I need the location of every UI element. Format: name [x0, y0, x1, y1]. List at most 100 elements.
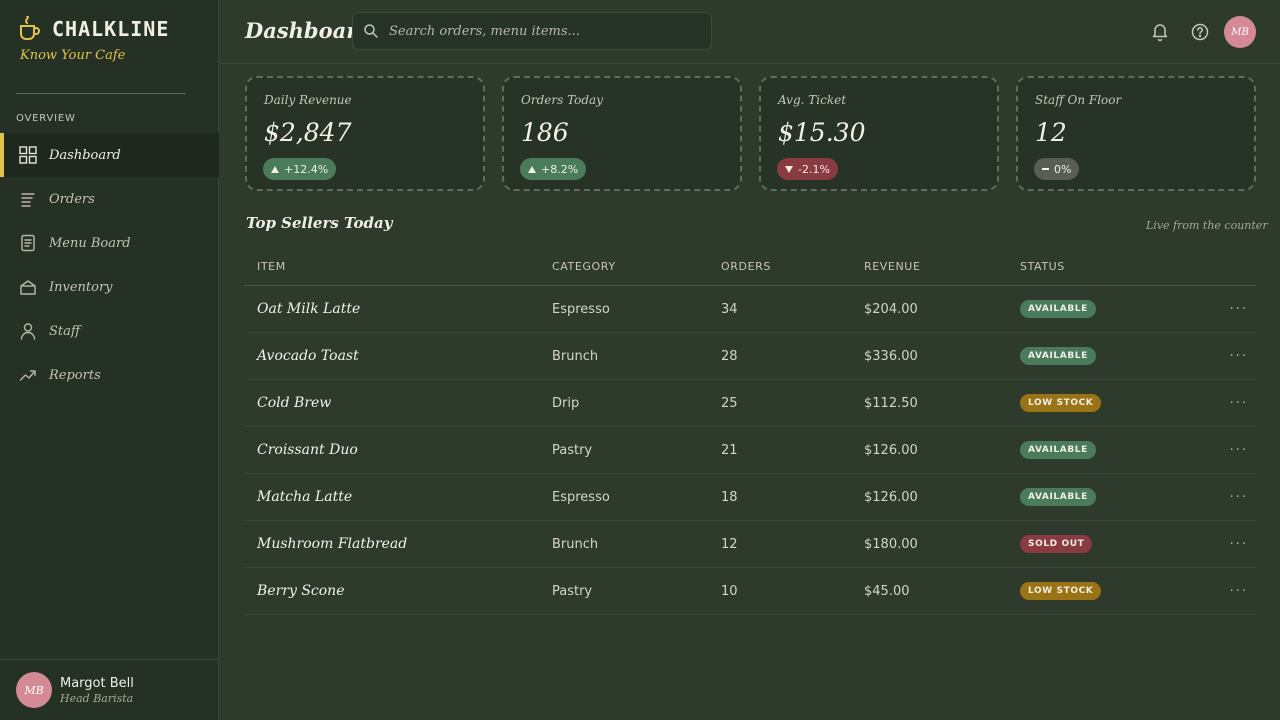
item-category: Brunch [552, 348, 599, 364]
item-orders: 25 [721, 395, 738, 411]
brand-name[interactable]: CHALKLINE [52, 17, 169, 41]
section-note: Live from the counter [1146, 219, 1268, 232]
item-category: Pastry [552, 583, 593, 599]
status-badge: AVAILABLE [1020, 347, 1096, 365]
status-badge: LOW STOCK [1020, 582, 1102, 600]
trend-icon [19, 366, 37, 384]
table-row[interactable]: Cold Brew Drip 25 $112.50 LOW STOCK ··· [244, 380, 1256, 427]
stat-card-avg-ticket: Avg. Ticket $15.30 -2.1% [759, 76, 999, 191]
header-avatar[interactable]: MB [1224, 16, 1256, 48]
trend-badge: -2.1% [777, 158, 838, 180]
item-category: Espresso [552, 489, 610, 505]
row-actions-button[interactable]: ··· [1210, 396, 1256, 411]
column-header-revenue[interactable]: REVENUE [864, 260, 1020, 273]
item-orders: 18 [721, 489, 738, 505]
stat-value: $2,847 [264, 118, 352, 147]
stat-label: Daily Revenue [264, 93, 352, 107]
status-badge: LOW STOCK [1020, 394, 1102, 412]
sidebar-item-staff[interactable]: Staff [0, 309, 219, 353]
arrow-up-icon [271, 165, 279, 173]
item-name: Matcha Latte [257, 489, 353, 505]
help-icon[interactable] [1190, 22, 1210, 42]
trend-value: -2.1% [798, 162, 830, 176]
divider [16, 93, 186, 94]
item-orders: 34 [721, 301, 738, 317]
nav-section-label: OVERVIEW [16, 113, 76, 124]
trend-value: 0% [1054, 162, 1072, 176]
list-icon [19, 190, 37, 208]
bell-icon[interactable] [1150, 22, 1170, 42]
sidebar-item-reports[interactable]: Reports [0, 353, 219, 397]
sidebar-item-label: Orders [49, 191, 95, 207]
table-body: Oat Milk Latte Espresso 34 $204.00 AVAILABLE… [244, 286, 1256, 615]
column-header-item[interactable]: ITEM [244, 260, 552, 273]
stat-value: 186 [521, 118, 569, 147]
item-name: Cold Brew [257, 395, 332, 411]
menu-board-icon [19, 234, 37, 252]
row-actions-button[interactable]: ··· [1210, 443, 1256, 458]
stat-label: Orders Today [521, 93, 603, 107]
stat-value: $15.30 [778, 118, 866, 147]
stat-label: Avg. Ticket [778, 93, 847, 107]
item-revenue: $45.00 [864, 583, 910, 599]
status-badge: AVAILABLE [1020, 300, 1096, 318]
item-category: Pastry [552, 442, 593, 458]
item-orders: 21 [721, 442, 738, 458]
stat-card-staff-on-floor: Staff On Floor 12 0% [1016, 76, 1256, 191]
item-category: Brunch [552, 536, 599, 552]
item-revenue: $336.00 [864, 348, 918, 364]
trend-badge: 0% [1034, 158, 1080, 180]
item-revenue: $112.50 [864, 395, 918, 411]
table-row[interactable]: Matcha Latte Espresso 18 $126.00 AVAILABLE ··… [244, 474, 1256, 521]
table-header: ITEM CATEGORY ORDERS REVENUE STATUS [244, 248, 1256, 286]
row-actions-button[interactable]: ··· [1210, 349, 1256, 364]
row-actions-button[interactable]: ··· [1210, 537, 1256, 552]
trend-badge: +8.2% [520, 158, 587, 180]
person-icon [19, 322, 37, 340]
trend-badge: +12.4% [263, 158, 337, 180]
arrow-up-icon [528, 165, 536, 173]
avatar[interactable]: MB [16, 672, 52, 708]
search-input[interactable] [389, 23, 689, 39]
sidebar-item-label: Dashboard [49, 147, 121, 163]
sidebar-item-dashboard[interactable]: Dashboard [0, 133, 219, 177]
status-badge: SOLD OUT [1020, 535, 1093, 553]
table-row[interactable]: Croissant Duo Pastry 21 $126.00 AVAILABLE ··· [244, 427, 1256, 474]
item-name: Mushroom Flatbread [257, 536, 408, 552]
column-header-category[interactable]: CATEGORY [552, 260, 721, 273]
sidebar-item-inventory[interactable]: Inventory [0, 265, 219, 309]
row-actions-button[interactable]: ··· [1210, 302, 1256, 317]
row-actions-button[interactable]: ··· [1210, 584, 1256, 599]
search-bar[interactable] [352, 12, 712, 50]
search-icon [363, 23, 379, 39]
brand-tagline: Know Your Cafe [20, 48, 126, 63]
table-row[interactable]: Berry Scone Pastry 10 $45.00 LOW STOCK ··· [244, 568, 1256, 615]
item-revenue: $126.00 [864, 489, 918, 505]
table-row[interactable]: Avocado Toast Brunch 28 $336.00 AVAILABLE ··· [244, 333, 1256, 380]
row-actions-button[interactable]: ··· [1210, 490, 1256, 505]
stat-value: 12 [1035, 118, 1067, 147]
coffee-cup-icon [18, 16, 42, 42]
stat-card-orders-today: Orders Today 186 +8.2% [502, 76, 742, 191]
section-title: Top Sellers Today [246, 214, 393, 232]
user-profile[interactable]: MB Margot Bell Head Barista [0, 659, 219, 720]
arrow-down-icon [785, 165, 793, 173]
status-badge: AVAILABLE [1020, 441, 1096, 459]
item-category: Espresso [552, 301, 610, 317]
column-header-status[interactable]: STATUS [1020, 260, 1210, 273]
sidebar-item-orders[interactable]: Orders [0, 177, 219, 221]
sidebar-item-label: Staff [49, 323, 81, 339]
box-icon [19, 278, 37, 296]
column-header-orders[interactable]: ORDERS [721, 260, 864, 273]
status-badge: AVAILABLE [1020, 488, 1096, 506]
table-row[interactable]: Oat Milk Latte Espresso 34 $204.00 AVAILABLE… [244, 286, 1256, 333]
item-revenue: $180.00 [864, 536, 918, 552]
top-sellers-table: ITEM CATEGORY ORDERS REVENUE STATUS Oat … [244, 248, 1256, 615]
item-category: Drip [552, 395, 580, 411]
profile-role: Head Barista [60, 691, 134, 705]
table-row[interactable]: Mushroom Flatbread Brunch 12 $180.00 SOLD OU… [244, 521, 1256, 568]
stat-label: Staff On Floor [1035, 93, 1122, 107]
item-name: Berry Scone [257, 583, 345, 599]
sidebar-item-menu-board[interactable]: Menu Board [0, 221, 219, 265]
top-header: Dashboard MB [220, 0, 1280, 64]
